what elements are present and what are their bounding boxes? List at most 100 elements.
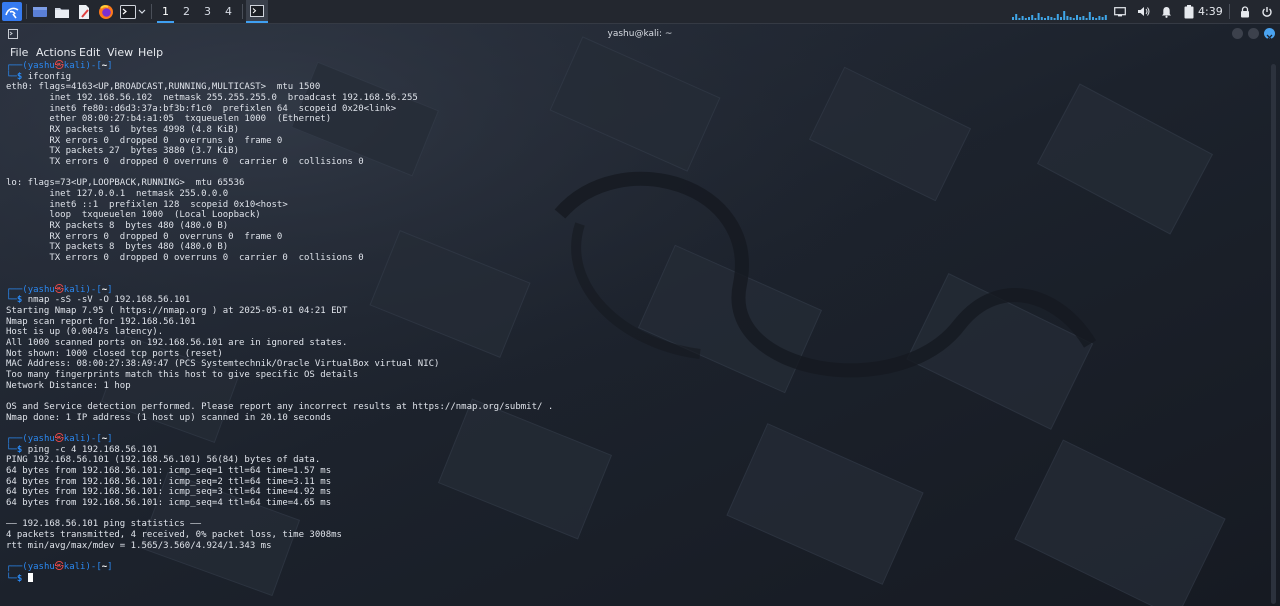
cpu-graph-icon <box>1012 11 1107 20</box>
prompt-user: yashu <box>27 61 55 71</box>
prompt-decoration: ┌──( <box>6 61 28 71</box>
cpu-graph-bar <box>1076 15 1078 20</box>
show-desktop-icon[interactable] <box>31 2 49 21</box>
cpu-graph-bar <box>1040 17 1043 20</box>
prompt-symbol: $ <box>16 295 23 306</box>
notification-bell-icon[interactable] <box>1159 2 1173 21</box>
menu-help[interactable]: Help <box>138 44 163 61</box>
output-line: MAC Address: 08:00:27:38:A9:47 (PCS Syst… <box>6 359 440 370</box>
cpu-graph-bar <box>1085 18 1088 20</box>
output-line: Host is up (0.0047s latency). <box>6 327 164 338</box>
menu-file[interactable]: File <box>10 44 28 61</box>
close-button[interactable] <box>1264 28 1275 41</box>
maximize-button[interactable] <box>1248 28 1259 39</box>
prompt-decoration: └─ <box>6 71 17 82</box>
cpu-graph-bar <box>1018 18 1021 20</box>
window-title: yashu@kali: ~ <box>607 29 673 39</box>
output-line: All 1000 scanned ports on 192.168.56.101… <box>6 338 348 349</box>
cpu-graph-bar <box>1034 18 1037 20</box>
prompt-decoration: ] <box>107 561 113 572</box>
cpu-graph-bar <box>1044 18 1046 20</box>
output-line: Not shown: 1000 closed tcp ports (reset) <box>6 348 223 359</box>
output-line: Network Distance: 1 hop <box>6 380 131 391</box>
output-line: RX packets 8 bytes 480 (480.0 B) <box>6 220 229 231</box>
file-manager-icon[interactable] <box>53 2 71 21</box>
cpu-graph-bar <box>1072 18 1075 20</box>
menu-actions[interactable]: Actions <box>36 44 76 61</box>
output-line: TX errors 0 dropped 0 overruns 0 carrier… <box>6 156 364 167</box>
output-line: RX packets 16 bytes 4998 (4.8 KiB) <box>6 124 239 135</box>
output-line: RX errors 0 dropped 0 overruns 0 frame 0 <box>6 231 283 242</box>
top-panel: 1 2 3 4 4:39 <box>0 0 1280 24</box>
menu-edit[interactable]: Edit <box>79 44 100 61</box>
cpu-graph-bar <box>1088 12 1091 20</box>
cpu-graph-bar <box>1024 18 1027 20</box>
output-line: rtt min/avg/max/mdev = 1.565/3.560/4.924… <box>6 540 272 551</box>
chevron-down-icon[interactable] <box>137 2 147 21</box>
cpu-graph-bar <box>1082 16 1085 20</box>
prompt-decoration: ┌──( <box>6 284 28 295</box>
workspace-4[interactable]: 4 <box>218 0 239 23</box>
prompt-symbol: $ <box>16 71 23 82</box>
prompt-user: yashu <box>27 433 55 444</box>
cpu-graph-bar <box>1050 17 1053 20</box>
output-line: eth0: flags=4163<UP,BROADCAST,RUNNING,MU… <box>6 82 321 93</box>
clock[interactable]: 4:39 <box>1198 0 1223 23</box>
display-icon[interactable] <box>1113 2 1127 21</box>
cpu-graph-bar <box>1015 14 1018 20</box>
power-icon[interactable] <box>1259 2 1275 21</box>
prompt-decoration: └─ <box>6 573 17 584</box>
prompt-decoration: ] <box>107 284 113 295</box>
terminal-output[interactable]: ┌──(yashu㉿kali)-[~] └─$ ifconfig eth0: fla… <box>6 61 1261 584</box>
prompt-decoration: )-[ <box>85 61 102 71</box>
cpu-graph-bar <box>1104 15 1107 20</box>
workspace-3[interactable]: 3 <box>197 0 218 23</box>
cpu-graph-bar <box>1066 16 1069 20</box>
cpu-graph-bar <box>1101 17 1104 20</box>
workspace-2[interactable]: 2 <box>176 0 197 23</box>
scrollbar-thumb[interactable] <box>1271 64 1276 604</box>
prompt-line: ┌──(yashu㉿kali)-[~] <box>6 562 1261 573</box>
cpu-graph-bar <box>1047 16 1050 20</box>
output-line: —— 192.168.56.101 ping statistics —— <box>6 519 202 530</box>
output-line: ether 08:00:27:b4:a1:05 txqueuelen 1000 … <box>6 114 332 125</box>
prompt-decoration: ┌──( <box>6 561 28 572</box>
prompt-at: ㉿ <box>54 284 64 295</box>
lock-icon[interactable] <box>1238 2 1252 21</box>
battery-icon[interactable] <box>1182 2 1196 21</box>
cpu-graph-bar <box>1021 16 1024 20</box>
cpu-graph-bar <box>1028 17 1030 20</box>
kali-menu-icon[interactable] <box>2 2 22 21</box>
workspace-1[interactable]: 1 <box>155 0 176 23</box>
cpu-graph-bar <box>1098 16 1101 20</box>
cpu-graph-bar <box>1031 15 1034 20</box>
output-line: 64 bytes from 192.168.56.101: icmp_seq=4… <box>6 497 332 508</box>
menu-view[interactable]: View <box>107 44 133 61</box>
output-line: OS and Service detection performed. Plea… <box>6 402 554 412</box>
prompt-decoration: )-[ <box>85 561 102 572</box>
minimize-button[interactable] <box>1232 28 1243 39</box>
firefox-icon[interactable] <box>97 2 115 21</box>
command-line: └─$ nmap -sS -sV -O 192.168.56.101 <box>6 295 1261 306</box>
output-line: RX errors 0 dropped 0 overruns 0 frame 0 <box>6 135 283 146</box>
command-line: └─$ <box>6 572 1261 584</box>
prompt-at: ㉿ <box>54 61 64 71</box>
prompt-line: ┌──(yashu㉿kali)-[~] <box>6 285 1261 296</box>
volume-icon[interactable] <box>1136 2 1150 21</box>
prompt-at: ㉿ <box>54 433 64 444</box>
cpu-graph-bar <box>1053 18 1056 20</box>
prompt-symbol: $ <box>16 444 23 455</box>
output-line: Nmap scan report for 192.168.56.101 <box>6 316 196 327</box>
output-line: Nmap done: 1 IP address (1 host up) scan… <box>6 412 332 423</box>
prompt-decoration: )-[ <box>85 284 102 295</box>
prompt-at: ㉿ <box>54 561 64 572</box>
taskbar-terminal-window[interactable] <box>246 0 268 23</box>
window-titlebar[interactable]: yashu@kali: ~ <box>0 24 1280 44</box>
prompt-host: kali <box>63 561 86 572</box>
terminal-icon[interactable] <box>119 2 137 21</box>
text-editor-icon[interactable] <box>75 2 93 21</box>
